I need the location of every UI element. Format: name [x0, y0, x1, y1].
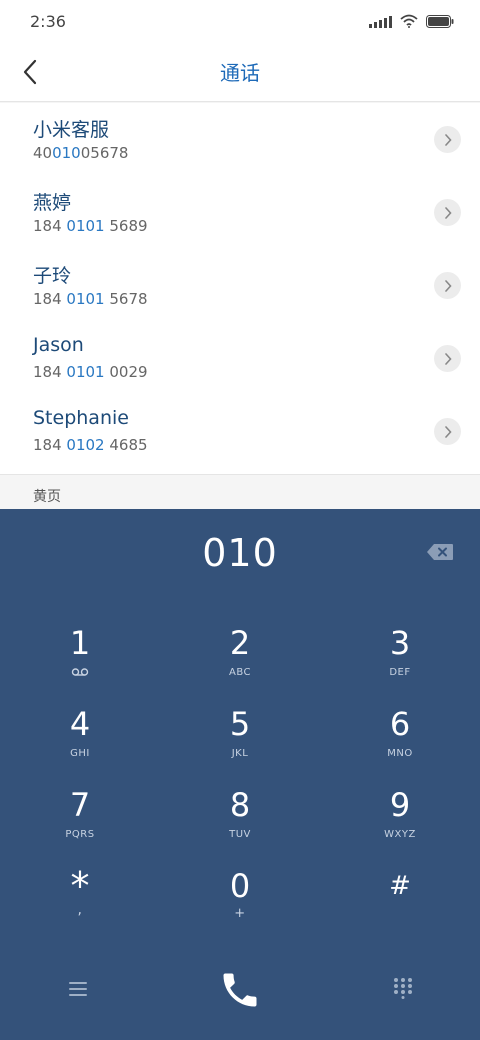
contact-number: 184 0101 5689	[33, 217, 148, 235]
chevron-right-icon	[444, 279, 452, 292]
key-digit: 5	[229, 705, 251, 743]
key-1[interactable]: 1	[20, 623, 140, 701]
key-digit: 7	[69, 786, 91, 824]
battery-icon	[426, 14, 454, 28]
backspace-button[interactable]	[426, 543, 454, 561]
key-digit: 4	[69, 705, 91, 743]
contact-name: Jason	[33, 334, 84, 356]
status-bar: 2:36	[0, 0, 480, 44]
contact-item[interactable]: Stephanie 184 0102 4685	[0, 395, 480, 468]
key-8[interactable]: 8 TUV	[180, 785, 300, 863]
key-letters: JKL	[231, 748, 249, 759]
chevron-right-icon	[444, 352, 452, 365]
key-5[interactable]: 5 JKL	[180, 704, 300, 782]
contact-number: 184 0101 0029	[33, 363, 148, 381]
contact-name: Stephanie	[33, 407, 129, 429]
key-digit: 1	[69, 624, 91, 662]
key-3[interactable]: 3 DEF	[340, 623, 460, 701]
status-icons	[369, 14, 454, 28]
menu-button[interactable]	[66, 979, 90, 999]
contact-detail-button[interactable]	[434, 345, 461, 372]
key-6[interactable]: 6 MNO	[340, 704, 460, 782]
contact-item[interactable]: 小米客服 4001005678	[0, 103, 480, 176]
key-digit: #	[389, 871, 411, 901]
contact-name: 子玲	[33, 265, 72, 287]
dialed-number-display: 010	[202, 531, 278, 575]
contact-number: 184 0101 5678	[33, 290, 148, 308]
key-digit: 6	[389, 705, 411, 743]
contact-number: 4001005678	[33, 144, 129, 162]
key-digit: *	[70, 864, 90, 908]
key-letters: ,	[77, 902, 83, 918]
contact-detail-button[interactable]	[434, 199, 461, 226]
key-9[interactable]: 9 WXYZ	[340, 785, 460, 863]
key-letters: +	[234, 906, 246, 921]
status-time: 2:36	[30, 12, 66, 31]
key-letters: GHI	[70, 748, 90, 759]
menu-icon	[69, 982, 87, 996]
chevron-right-icon	[444, 206, 452, 219]
key-digit: 8	[229, 786, 251, 824]
key-letters: WXYZ	[384, 829, 416, 840]
yellow-pages-section-title[interactable]: 黄页	[33, 486, 61, 506]
key-letters: ABC	[228, 667, 251, 678]
keypad-toggle-button[interactable]	[392, 977, 414, 999]
dialpad: 010 1 2 ABC 3 DEF 4 GHI 5 JKL 6 MNO 7 PQ…	[0, 509, 480, 1040]
key-7[interactable]: 7 PQRS	[20, 785, 140, 863]
key-letters: DEF	[389, 667, 411, 678]
key-digit: 2	[229, 624, 251, 662]
contact-detail-button[interactable]	[434, 272, 461, 299]
page-title: 通话	[220, 61, 260, 85]
key-hash[interactable]: #	[340, 866, 460, 944]
key-letters: PQRS	[65, 829, 95, 840]
key-digit: 0	[229, 867, 251, 905]
key-letters: MNO	[387, 748, 413, 759]
dialpad-bottom-bar	[0, 959, 480, 1019]
key-star[interactable]: * ,	[20, 866, 140, 944]
contact-name: 小米客服	[33, 119, 110, 141]
contact-number: 184 0102 4685	[33, 436, 148, 454]
key-2[interactable]: 2 ABC	[180, 623, 300, 701]
backspace-icon	[427, 544, 453, 560]
voicemail-icon	[20, 667, 140, 681]
chevron-right-icon	[444, 133, 452, 146]
contact-item[interactable]: 燕婷 184 0101 5689	[0, 176, 480, 249]
key-letters: TUV	[229, 829, 251, 840]
chevron-right-icon	[444, 425, 452, 438]
signal-icon	[369, 14, 392, 28]
contact-item[interactable]: Jason 184 0101 0029	[0, 322, 480, 395]
contact-detail-button[interactable]	[434, 418, 461, 445]
key-digit: 3	[389, 624, 411, 662]
phone-icon	[223, 973, 257, 1007]
key-0[interactable]: 0 +	[180, 866, 300, 944]
contact-list: 小米客服 4001005678 燕婷 184 0101 5689 子玲 184 …	[0, 103, 480, 475]
wifi-icon	[400, 14, 418, 28]
key-digit: 9	[389, 786, 411, 824]
dialpad-icon	[394, 978, 412, 999]
header: 通话	[0, 44, 480, 102]
contact-item[interactable]: 子玲 184 0101 5678	[0, 249, 480, 322]
key-4[interactable]: 4 GHI	[20, 704, 140, 782]
contact-name: 燕婷	[33, 192, 72, 214]
call-button[interactable]	[218, 968, 262, 1012]
contact-detail-button[interactable]	[434, 126, 461, 153]
